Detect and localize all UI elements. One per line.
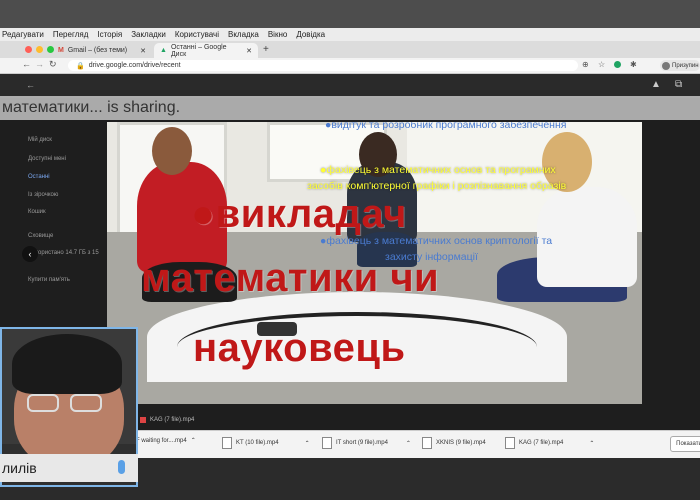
- slide-text-line1: ●видітук та розробник програмного забезп…: [325, 122, 567, 131]
- video-file-icon: [140, 417, 146, 423]
- glasses-icon: [27, 394, 59, 412]
- back-icon[interactable]: ←: [22, 59, 31, 69]
- slide-title-line1: ●викладач: [191, 192, 407, 236]
- extension-icon[interactable]: ⊕: [582, 60, 589, 69]
- menu-bar: Редагувати Перегляд Історія Закладки Кор…: [0, 28, 700, 41]
- menu-history[interactable]: Історія: [97, 30, 122, 39]
- download-item[interactable]: AF waiting for....mp4 ⌃: [132, 437, 196, 445]
- download-item[interactable]: IT short (9 file).mp4 ⌃: [322, 437, 411, 449]
- download-item[interactable]: KT (10 file).mp4 ⌃: [222, 437, 310, 449]
- tab-drive[interactable]: ▲ Останні – Google Диск ✕: [154, 43, 258, 58]
- share-banner-text: математики... is sharing.: [2, 99, 181, 116]
- slide-text-line3: засобів комп'ютерної графіки і розпізнав…: [307, 180, 567, 192]
- chevron-up-icon[interactable]: ⌃: [589, 440, 594, 447]
- back-arrow-icon[interactable]: ←: [26, 80, 35, 90]
- lock-icon: 🔒: [76, 62, 85, 70]
- avatar: [662, 61, 670, 70]
- storage-usage: Використано 14.7 ГБ з 15: [28, 250, 99, 256]
- puzzle-icon[interactable]: ✱: [630, 60, 637, 69]
- url-bar[interactable]: 🔒 drive.google.com/drive/recent: [68, 60, 578, 71]
- glasses-icon: [70, 394, 102, 412]
- download-name: XKNIS (9 file).mp4: [436, 440, 486, 446]
- minimize-window-icon[interactable]: [36, 46, 43, 53]
- sidebar-item-recent[interactable]: Останні: [28, 174, 50, 180]
- drive-app-icon[interactable]: ▲: [651, 79, 661, 90]
- menu-users[interactable]: Користувачі: [175, 30, 219, 39]
- download-item[interactable]: KAG (7 file).mp4 ⌃: [505, 437, 594, 449]
- menu-window[interactable]: Вікно: [268, 30, 287, 39]
- slide-text-line4: ●фахівець з математичних основ криптолог…: [320, 235, 553, 247]
- file-entry[interactable]: KAG (7 file).mp4: [140, 417, 194, 423]
- file-icon: [505, 437, 515, 449]
- slide-person: [152, 127, 192, 175]
- sidebar-item-shared[interactable]: Доступні мені: [28, 156, 66, 162]
- microphone-icon[interactable]: [118, 460, 125, 474]
- chevron-left-icon[interactable]: ‹: [22, 246, 38, 262]
- tab-label: Gmail – (без теми): [67, 47, 128, 54]
- tab-gmail[interactable]: M Gmail – (без теми) ✕: [52, 43, 152, 58]
- slide-title-line3: науковець: [193, 326, 406, 370]
- download-name: KAG (7 file).mp4: [519, 440, 564, 446]
- file-icon: [422, 437, 432, 449]
- extension-green-icon[interactable]: [614, 61, 621, 68]
- participant-name: лилів: [2, 460, 37, 476]
- close-tab-icon[interactable]: ✕: [140, 47, 146, 55]
- menu-edit[interactable]: Редагувати: [2, 30, 44, 39]
- chevron-up-icon[interactable]: ⌃: [191, 437, 196, 444]
- gmail-icon: M: [58, 47, 64, 54]
- buy-storage-link[interactable]: Купити пам'ять: [28, 277, 70, 283]
- menu-view[interactable]: Перегляд: [53, 30, 89, 39]
- presentation-slide: ●видітук та розробник програмного забезп…: [107, 122, 642, 404]
- file-icon: [322, 437, 332, 449]
- downloads-bar: [130, 430, 700, 459]
- profile-label: Призупин: [672, 62, 699, 69]
- menu-bookmarks[interactable]: Закладки: [131, 30, 166, 39]
- tab-label: Останні – Google Диск: [170, 43, 227, 58]
- close-tab-icon[interactable]: ✕: [246, 47, 252, 55]
- close-window-icon[interactable]: [25, 46, 32, 53]
- open-external-icon[interactable]: ⧉: [675, 79, 682, 90]
- drive-toolbar: [0, 74, 700, 98]
- share-banner: математики... is sharing.: [0, 96, 700, 120]
- new-tab-icon[interactable]: +: [263, 44, 269, 55]
- download-item[interactable]: XKNIS (9 file).mp4 ⌃: [422, 437, 513, 449]
- bottom-dark-area: [130, 458, 700, 500]
- slide-text-line2: ●фахівець з математичних основ та програ…: [320, 164, 556, 176]
- file-icon: [222, 437, 232, 449]
- download-name: KT (10 file).mp4: [236, 440, 279, 446]
- menu-help[interactable]: Довідка: [296, 30, 325, 39]
- slide-title-line2: математики чи: [141, 256, 440, 300]
- chevron-up-icon[interactable]: ⌃: [305, 440, 310, 447]
- sidebar-item-trash[interactable]: Кошик: [28, 209, 46, 215]
- chevron-up-icon[interactable]: ⌃: [406, 440, 411, 447]
- file-name: KAG (7 file).mp4: [150, 417, 195, 423]
- show-all-button[interactable]: Показати: [670, 436, 700, 452]
- sidebar-item-storage[interactable]: Сховище: [28, 233, 53, 239]
- sidebar-item-starred[interactable]: Із зірочкою: [28, 192, 58, 198]
- drive-icon: ▲: [160, 47, 167, 54]
- menu-tab[interactable]: Вкладка: [228, 30, 259, 39]
- url-text: drive.google.com/drive/recent: [88, 62, 181, 69]
- reload-icon[interactable]: ↻: [49, 59, 57, 70]
- download-name: IT short (9 file).mp4: [336, 440, 388, 446]
- sidebar-item-my-drive[interactable]: Мій диск: [28, 137, 52, 143]
- star-icon[interactable]: ☆: [598, 60, 605, 69]
- forward-icon[interactable]: →: [35, 59, 44, 69]
- webcam-person: [12, 334, 122, 394]
- os-top-bar: [0, 0, 700, 30]
- download-name: AF waiting for....mp4: [132, 437, 187, 444]
- profile-button[interactable]: Призупин: [660, 60, 700, 71]
